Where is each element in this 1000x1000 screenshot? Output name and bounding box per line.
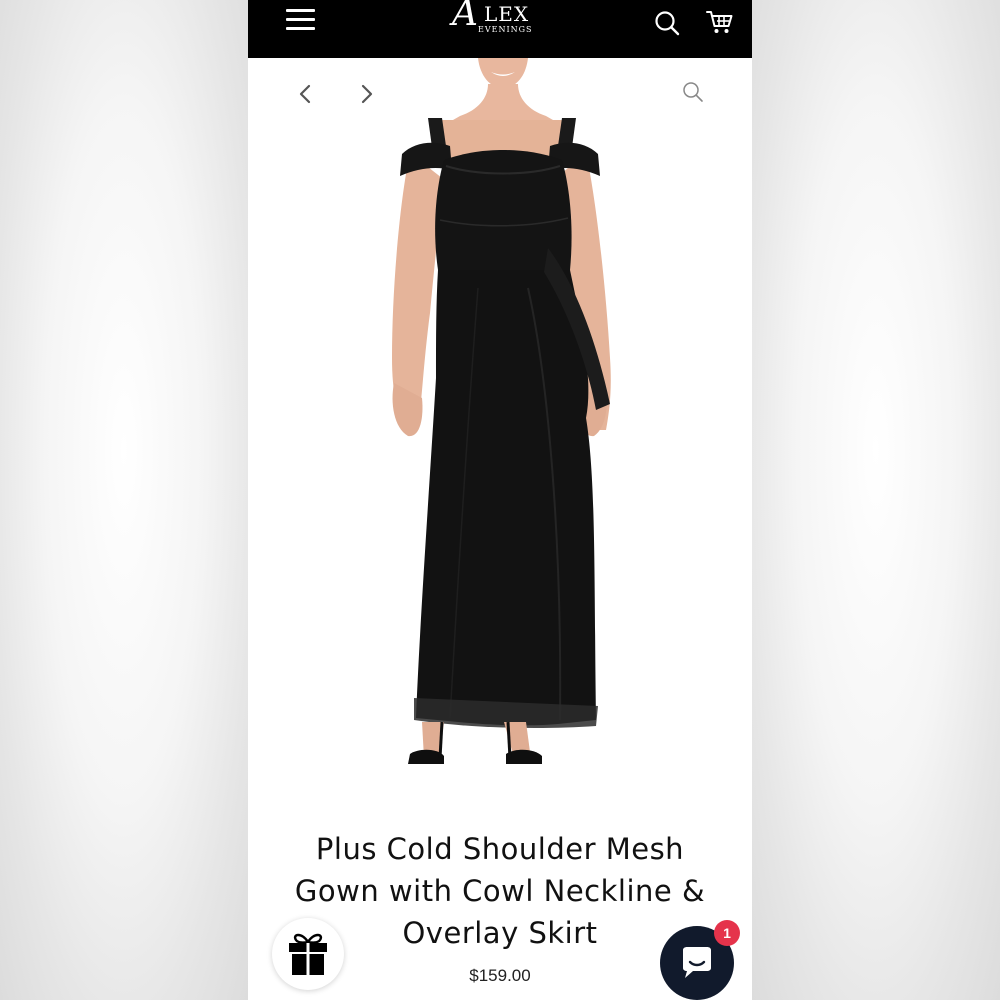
site-header: A LEX EVENINGS (248, 0, 752, 58)
logo-text: LEX (484, 2, 530, 26)
background-blur-left (0, 0, 248, 1000)
product-gallery (248, 58, 752, 808)
background-blur-right (752, 0, 1000, 1000)
zoom-search-icon[interactable] (682, 81, 704, 103)
phone-screen: A LEX EVENINGS Plus Cold Shoulder Mesh G… (248, 0, 752, 1000)
logo-subtitle: EVENINGS (478, 25, 533, 34)
brand-logo[interactable]: A LEX EVENINGS (448, 0, 552, 40)
cart-icon[interactable] (706, 9, 734, 35)
chevron-left-icon[interactable] (296, 84, 316, 104)
search-icon[interactable] (654, 10, 680, 36)
product-title: Plus Cold Shoulder Mesh Gown with Cowl N… (294, 832, 706, 950)
gift-button[interactable] (272, 918, 344, 990)
chat-notification-badge: 1 (714, 920, 740, 946)
gift-icon (289, 933, 327, 975)
chat-bubble-icon (683, 947, 711, 978)
product-image[interactable] (348, 58, 648, 778)
logo-initial: A (452, 0, 478, 34)
hamburger-menu-icon[interactable] (286, 9, 316, 33)
